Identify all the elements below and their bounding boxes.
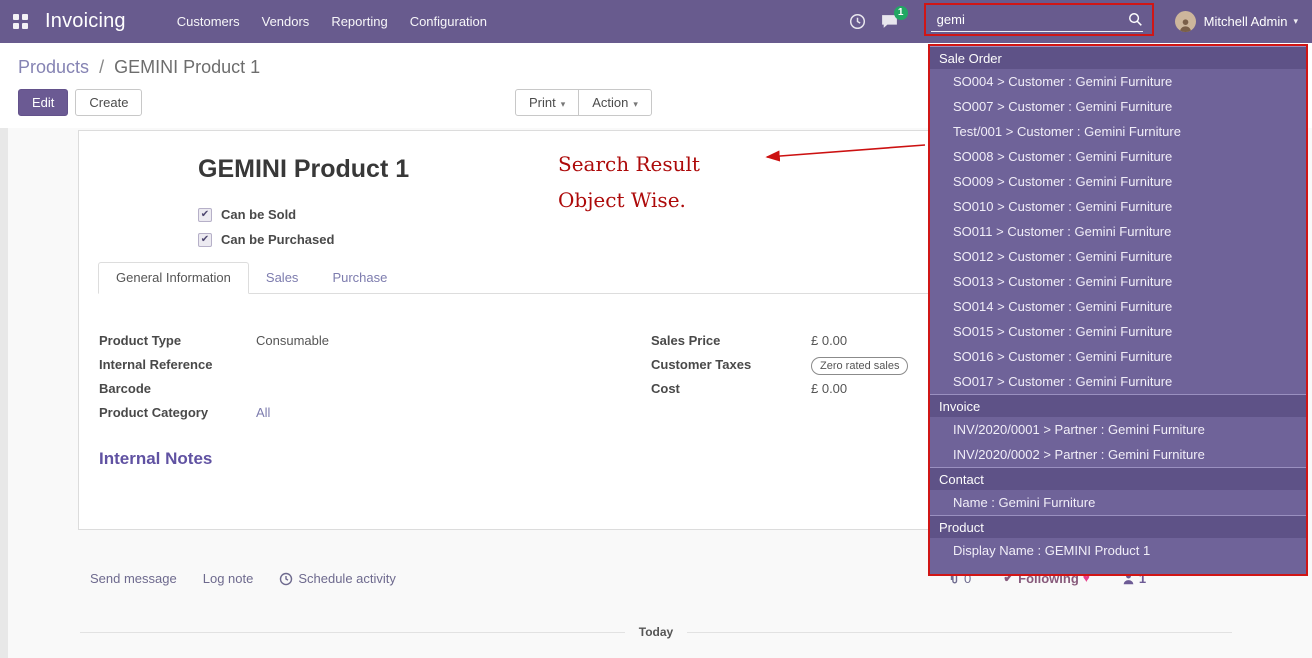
checkbox-box[interactable]: ✔ (198, 208, 212, 222)
annotation-arrow (753, 137, 931, 169)
search-result-group-header: Sale Order (930, 46, 1306, 69)
message-count-badge: 1 (894, 6, 908, 20)
search-result-item[interactable]: SO014 > Customer : Gemini Furniture (930, 294, 1306, 319)
schedule-activity-button[interactable]: Schedule activity (279, 571, 396, 586)
action-buttons: Print ▾ Action ▾ (515, 89, 652, 116)
search-result-item[interactable]: Test/001 > Customer : Gemini Furniture (930, 119, 1306, 144)
field-value-customer-taxes: Zero rated sales (811, 356, 908, 375)
navbar-right: 1 Mitchell Admin ▾ (849, 0, 1312, 43)
chevron-down-icon: ▾ (633, 99, 638, 109)
checkbox-label: Can be Sold (221, 207, 296, 222)
search-result-item[interactable]: SO007 > Customer : Gemini Furniture (930, 94, 1306, 119)
field-row-barcode: Barcode (99, 380, 651, 399)
search-result-item[interactable]: SO017 > Customer : Gemini Furniture (930, 369, 1306, 394)
field-label: Internal Reference (99, 356, 256, 375)
annotation-text: Search Result Object Wise. (558, 146, 700, 218)
search-result-item[interactable]: SO009 > Customer : Gemini Furniture (930, 169, 1306, 194)
search-result-item[interactable]: Display Name : GEMINI Product 1 (930, 538, 1306, 563)
user-name-label: Mitchell Admin (1204, 14, 1288, 29)
field-value-product-type: Consumable (256, 332, 329, 351)
search-result-group-header: Product (930, 515, 1306, 538)
tab-sales[interactable]: Sales (249, 263, 316, 293)
top-navbar: Invoicing CustomersVendorsReportingConfi… (0, 0, 1312, 43)
tax-pill: Zero rated sales (811, 357, 908, 375)
create-button[interactable]: Create (75, 89, 142, 116)
breadcrumb-current: GEMINI Product 1 (114, 57, 260, 77)
field-row-product-type: Product TypeConsumable (99, 332, 651, 351)
product-title: GEMINI Product 1 (198, 155, 409, 184)
field-value-cost: £ 0.00 (811, 380, 847, 399)
field-label: Barcode (99, 380, 256, 399)
fields-left-column: Product TypeConsumableInternal Reference… (99, 332, 651, 428)
search-result-item[interactable]: Name : Gemini Furniture (930, 490, 1306, 515)
edit-button[interactable]: Edit (18, 89, 68, 116)
clock-icon (279, 572, 293, 586)
search-result-item[interactable]: SO015 > Customer : Gemini Furniture (930, 319, 1306, 344)
nav-menu-reporting[interactable]: Reporting (320, 8, 398, 35)
action-label: Action (592, 95, 628, 110)
avatar (1175, 11, 1196, 32)
search-result-item[interactable]: SO010 > Customer : Gemini Furniture (930, 194, 1306, 219)
user-menu[interactable]: Mitchell Admin ▾ (1175, 11, 1298, 32)
chatter-toolbar: Send message Log note Schedule activity (90, 571, 396, 586)
field-value-product-category[interactable]: All (256, 404, 270, 423)
breadcrumb-products-link[interactable]: Products (18, 57, 89, 77)
action-dropdown-button[interactable]: Action ▾ (578, 89, 652, 116)
chevron-down-icon: ▾ (1293, 16, 1298, 27)
checkbox-box[interactable]: ✔ (198, 233, 212, 247)
field-label: Cost (651, 380, 811, 399)
annotation-line1: Search Result (558, 146, 700, 182)
schedule-activity-label: Schedule activity (298, 571, 396, 586)
search-input[interactable] (931, 12, 1128, 27)
internal-notes-heading: Internal Notes (99, 449, 212, 469)
search-result-item[interactable]: SO013 > Customer : Gemini Furniture (930, 269, 1306, 294)
annotation-line2: Object Wise. (558, 182, 700, 218)
search-result-item[interactable]: SO008 > Customer : Gemini Furniture (930, 144, 1306, 169)
main-menu: CustomersVendorsReportingConfiguration (166, 8, 498, 35)
nav-menu-vendors[interactable]: Vendors (251, 8, 321, 35)
search-results-dropdown: Sale OrderSO004 > Customer : Gemini Furn… (928, 44, 1308, 576)
breadcrumb-separator: / (99, 57, 104, 77)
checkbox-can-be-sold[interactable]: ✔ Can be Sold (198, 202, 334, 227)
checkbox-can-be-purchased[interactable]: ✔ Can be Purchased (198, 227, 334, 252)
sold-purchased-checkboxes: ✔ Can be Sold ✔ Can be Purchased (198, 202, 334, 252)
search-result-item[interactable]: SO011 > Customer : Gemini Furniture (930, 219, 1306, 244)
form-buttons: Edit Create (18, 89, 142, 116)
today-label: Today (639, 625, 673, 639)
search-result-item[interactable]: SO012 > Customer : Gemini Furniture (930, 244, 1306, 269)
app-title[interactable]: Invoicing (45, 10, 126, 33)
tab-purchase[interactable]: Purchase (315, 263, 404, 293)
global-search-box[interactable] (931, 12, 1143, 32)
search-result-group-header: Contact (930, 467, 1306, 490)
print-dropdown-button[interactable]: Print ▾ (515, 89, 579, 116)
field-label: Product Category (99, 404, 256, 423)
activities-clock-icon[interactable] (849, 13, 866, 30)
breadcrumb: Products / GEMINI Product 1 (18, 57, 260, 78)
field-label: Product Type (99, 332, 256, 351)
search-result-item[interactable]: INV/2020/0002 > Partner : Gemini Furnitu… (930, 442, 1306, 467)
nav-menu-configuration[interactable]: Configuration (399, 8, 498, 35)
print-label: Print (529, 95, 556, 110)
send-message-button[interactable]: Send message (90, 571, 177, 586)
tab-general-information[interactable]: General Information (98, 262, 249, 294)
checkbox-label: Can be Purchased (221, 232, 334, 247)
search-result-item[interactable]: INV/2020/0001 > Partner : Gemini Furnitu… (930, 417, 1306, 442)
search-result-item[interactable]: SO004 > Customer : Gemini Furniture (930, 69, 1306, 94)
left-gutter (0, 128, 8, 658)
today-divider: Today (80, 625, 1232, 639)
field-row-product-category: Product CategoryAll (99, 404, 651, 423)
field-label: Sales Price (651, 332, 811, 351)
chevron-down-icon: ▾ (561, 99, 566, 109)
apps-grid-icon[interactable] (13, 14, 28, 29)
log-note-button[interactable]: Log note (203, 571, 254, 586)
field-label: Customer Taxes (651, 356, 811, 375)
field-row-internal-reference: Internal Reference (99, 356, 651, 375)
messages-icon[interactable]: 1 (880, 13, 899, 30)
search-icon[interactable] (1128, 12, 1143, 27)
field-value-sales-price: £ 0.00 (811, 332, 847, 351)
search-result-group-header: Invoice (930, 394, 1306, 417)
nav-menu-customers[interactable]: Customers (166, 8, 251, 35)
search-result-item[interactable]: SO016 > Customer : Gemini Furniture (930, 344, 1306, 369)
